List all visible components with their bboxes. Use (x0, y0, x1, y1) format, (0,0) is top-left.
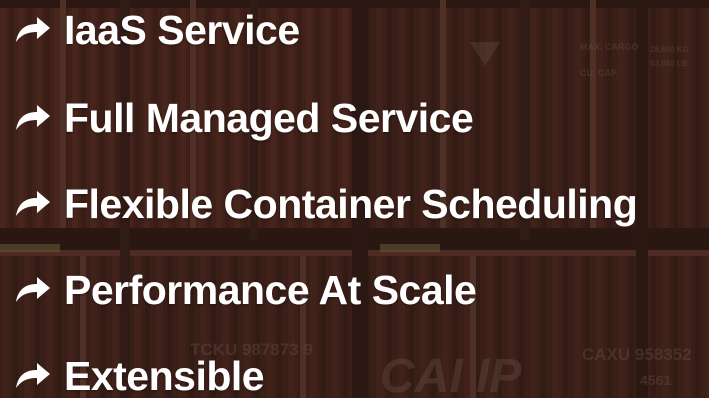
feature-item: Full Managed Service (12, 90, 474, 146)
share-arrow-icon (16, 17, 50, 42)
feature-item: Extensible (12, 348, 265, 398)
feature-label: Extensible (64, 352, 265, 398)
feature-item: Flexible Container Scheduling (12, 176, 638, 232)
feature-label: Performance At Scale (64, 266, 477, 313)
feature-item: IaaS Service (12, 2, 300, 58)
share-arrow-icon (16, 363, 50, 388)
feature-item: Performance At Scale (12, 262, 477, 318)
feature-list: IaaS Service Full Managed Service Flexib… (0, 0, 709, 398)
share-arrow-icon (16, 277, 50, 302)
feature-label: Flexible Container Scheduling (64, 180, 638, 227)
share-arrow-icon (16, 105, 50, 130)
feature-banner: MAX. CARGO CU. CAP. 28,600 KG 63,050 LB … (0, 0, 709, 398)
feature-label: Full Managed Service (64, 94, 474, 141)
share-arrow-icon (16, 191, 50, 216)
feature-label: IaaS Service (64, 6, 300, 53)
